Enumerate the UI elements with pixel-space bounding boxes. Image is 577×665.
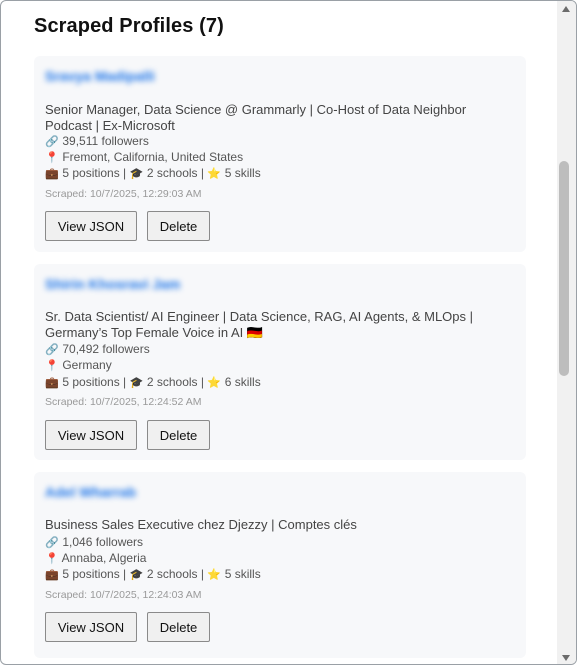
briefcase-icon: 💼 [45,569,59,581]
scroll-up-arrow-icon[interactable] [562,6,570,12]
followers-count: 39,511 followers [62,134,149,148]
location-row: 📍 Annaba, Algeria [45,550,146,567]
graduation-cap-icon: 🎓 [129,168,144,180]
followers-row: 🔗 1,046 followers [45,534,143,551]
graduation-cap-icon: 🎓 [129,569,144,581]
positions-count: 5 positions [62,567,120,581]
followers-row: 🔗 39,511 followers [45,133,149,150]
link-icon: 🔗 [45,537,59,549]
skills-count: 5 skills [224,166,261,180]
location-text: Fremont, California, United States [62,150,244,164]
followers-row: 🔗 70,492 followers [45,341,150,358]
stats-row: 💼 5 positions | 🎓 2 schools | ⭐ 6 skills [45,375,261,389]
pin-icon: 📍 [45,152,59,164]
view-json-button[interactable]: View JSON [45,420,137,450]
vertical-scrollbar[interactable] [557,1,576,664]
profile-card: Sravya Madipalli Senior Manager, Data Sc… [34,56,526,252]
pin-icon: 📍 [45,553,59,565]
scrollbar-thumb[interactable] [559,161,569,376]
skills-count: 6 skills [224,375,261,389]
delete-button[interactable]: Delete [147,612,210,642]
graduation-cap-icon: 🎓 [129,377,144,389]
skills-count: 5 skills [224,567,261,581]
scroll-down-arrow-icon[interactable] [562,655,570,661]
stats-row: 💼 5 positions | 🎓 2 schools | ⭐ 5 skills [45,567,261,581]
profile-name[interactable]: Shirin Khosravi Jam [45,276,180,292]
positions-count: 5 positions [62,375,120,389]
schools-count: 2 schools [146,567,198,581]
pin-icon: 📍 [45,360,59,372]
star-icon: ⭐ [207,168,222,180]
profile-card: Shirin Khosravi Jam Sr. Data Scientist/ … [34,264,526,460]
location-row: 📍 Fremont, California, United States [45,149,243,166]
schools-count: 2 schools [146,166,198,180]
scraped-timestamp: Scraped: 10/7/2025, 12:24:52 AM [45,396,202,408]
profile-headline: Senior Manager, Data Science @ Grammarly… [45,102,467,133]
positions-count: 5 positions [62,166,120,180]
profile-name[interactable]: Adel Wharrab [45,484,136,500]
page-title: Scraped Profiles (7) [34,15,224,37]
profile-card: Adel Wharrab Business Sales Executive ch… [34,472,526,658]
profile-name[interactable]: Sravya Madipalli [45,68,155,84]
stats-row: 💼 5 positions | 🎓 2 schools | ⭐ 5 skills [45,166,261,180]
schools-count: 2 schools [146,375,198,389]
link-icon: 🔗 [45,136,59,148]
link-icon: 🔗 [45,344,59,356]
star-icon: ⭐ [207,569,222,581]
briefcase-icon: 💼 [45,377,59,389]
profiles-panel: Scraped Profiles (7) Sravya Madipalli Se… [1,1,557,664]
followers-count: 1,046 followers [62,535,144,549]
location-row: 📍 Germany [45,357,112,374]
followers-count: 70,492 followers [62,342,150,356]
briefcase-icon: 💼 [45,168,59,180]
star-icon: ⭐ [207,377,222,389]
scraped-timestamp: Scraped: 10/7/2025, 12:29:03 AM [45,188,202,200]
location-text: Germany [62,358,112,372]
popup-window: Scraped Profiles (7) Sravya Madipalli Se… [0,0,577,665]
profile-headline: Business Sales Executive chez Djezzy | C… [45,517,357,532]
scraped-timestamp: Scraped: 10/7/2025, 12:24:03 AM [45,589,202,601]
profile-headline: Sr. Data Scientist/ AI Engineer | Data S… [45,309,474,340]
delete-button[interactable]: Delete [147,420,210,450]
delete-button[interactable]: Delete [147,211,210,241]
view-json-button[interactable]: View JSON [45,612,137,642]
location-text: Annaba, Algeria [61,551,147,565]
view-json-button[interactable]: View JSON [45,211,137,241]
